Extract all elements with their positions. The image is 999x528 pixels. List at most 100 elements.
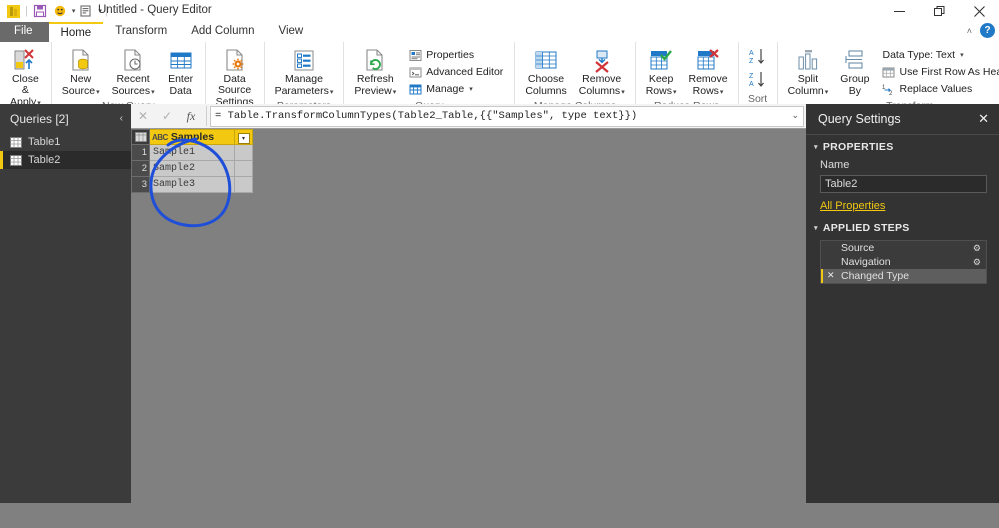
formula-fx-button[interactable]: fx	[179, 104, 203, 128]
advanced-editor-button[interactable]: Advanced Editor	[406, 64, 506, 80]
recent-sources-caret-icon[interactable]: ▾	[151, 89, 155, 96]
row-number: 1	[131, 144, 150, 161]
replace-values-label: Replace Values	[899, 83, 973, 95]
tab-transform[interactable]: Transform	[103, 22, 179, 42]
table-cell[interactable]: Sample1	[149, 144, 235, 161]
applied-step-changed-type[interactable]: ✕ Changed Type	[821, 269, 986, 283]
use-first-row-as-headers-button[interactable]: Use First Row As Headers ▾	[879, 64, 999, 80]
tab-home[interactable]: Home	[48, 22, 104, 42]
remove-columns-button[interactable]: Remove Columns▾	[573, 45, 631, 100]
restore-button[interactable]	[919, 0, 959, 22]
keep-rows-button[interactable]: Keep Rows▾	[640, 45, 683, 100]
query-settings-pane: Query Settings ✕ ▾ PROPERTIES Name Table…	[806, 104, 999, 503]
manage-button[interactable]: Manage ▾	[406, 81, 506, 97]
undo-icon[interactable]	[51, 2, 69, 20]
query-item-table2[interactable]: Table2	[0, 151, 131, 169]
replace-values-icon: 1 2	[882, 85, 893, 96]
formula-confirm-button[interactable]: ✓	[155, 104, 179, 128]
save-icon[interactable]	[31, 2, 49, 20]
close-button[interactable]	[959, 0, 999, 22]
queries-pane: Queries [2] ‹ Table1 Table2	[0, 104, 131, 503]
sort-descending-button[interactable]: Z A	[743, 70, 773, 93]
title-bar: | ▾ ▾ | Untitled - Query Editor	[0, 0, 999, 22]
column-header-samples[interactable]: ABC Samples	[149, 129, 235, 145]
new-source-button[interactable]: New Source▾	[56, 45, 106, 100]
recent-sources-button[interactable]: Recent Sources▾	[106, 45, 161, 100]
query-settings-title: Query Settings	[818, 112, 901, 126]
properties-button[interactable]: Properties	[406, 47, 506, 63]
row-padding-cell	[234, 144, 253, 161]
applied-step-source[interactable]: Source ⚙	[821, 241, 986, 255]
gear-icon[interactable]: ⚙	[973, 243, 981, 254]
refresh-preview-label-1: Refresh	[356, 73, 394, 85]
formula-expand-icon[interactable]: ⌄	[791, 111, 799, 121]
data-type-caret-icon[interactable]: ▾	[960, 51, 964, 59]
properties-section-header[interactable]: ▾ PROPERTIES	[806, 135, 999, 157]
split-column-caret-icon[interactable]: ▾	[825, 89, 829, 96]
formula-cancel-button[interactable]: ✕	[131, 104, 155, 128]
close-query-settings-icon[interactable]: ✕	[978, 111, 989, 127]
query-name-value: Table2	[825, 178, 858, 190]
table-row[interactable]: 2 Sample2	[131, 160, 253, 177]
manage-parameters-button[interactable]: Manage Parameters▾	[269, 45, 340, 100]
redo-icon[interactable]	[77, 2, 95, 20]
split-column-button[interactable]: Split Column▾	[782, 45, 835, 100]
tab-file[interactable]: File	[0, 22, 49, 42]
manage-parameters-caret-icon[interactable]: ▾	[330, 89, 334, 96]
formula-input[interactable]: = Table.TransformColumnTypes(Table2_Tabl…	[210, 105, 804, 127]
powerbi-logo-icon[interactable]	[4, 2, 22, 20]
transform-small-buttons: Data Type: Text ▾ Use First Row As Heade…	[875, 45, 999, 99]
choose-columns-label-2: Columns	[525, 85, 567, 97]
tab-view[interactable]: View	[267, 22, 316, 42]
help-icon[interactable]: ?	[980, 23, 995, 38]
recent-sources-label-1: Recent	[116, 73, 150, 85]
table-cell[interactable]: Sample3	[149, 176, 235, 193]
applied-steps-section-header[interactable]: ▾ APPLIED STEPS	[806, 216, 999, 238]
collapse-ribbon-icon[interactable]: ˄	[967, 26, 972, 36]
ribbon-group-new-query: New Source▾ Recent Sources▾ Enter Data	[52, 42, 206, 112]
enter-data-label-2: Data	[169, 85, 192, 97]
all-properties-link[interactable]: All Properties	[806, 193, 999, 216]
undo-caret-icon[interactable]: ▾	[72, 7, 76, 15]
table-row[interactable]: 1 Sample1	[131, 144, 253, 161]
ribbon: Close & Apply▾ Close New	[0, 42, 999, 134]
filter-dropdown-icon[interactable]: ▾	[237, 132, 250, 144]
table-cell[interactable]: Sample2	[149, 160, 235, 177]
refresh-preview-caret-icon[interactable]: ▾	[393, 89, 397, 96]
choose-columns-button[interactable]: Choose Columns	[519, 45, 572, 99]
data-type-button[interactable]: Data Type: Text ▾	[879, 47, 999, 63]
properties-collapse-icon[interactable]: ▾	[814, 143, 818, 151]
collapse-queries-pane-icon[interactable]: ‹	[120, 113, 123, 124]
select-all-cell[interactable]	[131, 129, 150, 145]
query-name-input[interactable]: Table2	[820, 175, 987, 193]
table-row[interactable]: 3 Sample3	[131, 176, 253, 193]
applied-step-navigation-label: Navigation	[841, 256, 891, 268]
enter-data-button[interactable]: Enter Data	[161, 45, 201, 99]
column-filter-cell[interactable]: ▾	[234, 129, 253, 145]
refresh-preview-button[interactable]: Refresh Preview▾	[348, 45, 402, 100]
group-by-button[interactable]: Group By	[834, 45, 875, 99]
sort-ascending-button[interactable]: A Z	[743, 47, 773, 70]
remove-rows-label-2-text: Rows	[692, 85, 719, 97]
ribbon-group-transform: Split Column▾ Group By Data Type: Text ▾…	[778, 42, 999, 112]
new-source-label-2-text: Source	[61, 85, 96, 97]
applied-steps-collapse-icon[interactable]: ▾	[814, 224, 818, 232]
new-source-caret-icon[interactable]: ▾	[96, 89, 100, 96]
remove-columns-caret-icon[interactable]: ▾	[621, 89, 625, 96]
keep-rows-caret-icon[interactable]: ▾	[673, 89, 677, 96]
delete-step-icon[interactable]: ✕	[827, 270, 835, 281]
query-item-table1[interactable]: Table1	[0, 133, 131, 151]
remove-rows-button[interactable]: Remove Rows▾	[682, 45, 733, 100]
close-and-apply-button[interactable]: Close & Apply▾	[4, 45, 47, 111]
manage-caret-icon[interactable]: ▾	[469, 85, 473, 93]
replace-values-button[interactable]: 1 2 Replace Values	[879, 81, 999, 97]
split-column-label-2: Column▾	[788, 86, 829, 98]
data-type-label: Data Type: Text	[882, 49, 956, 61]
applied-step-navigation[interactable]: Navigation ⚙	[821, 255, 986, 269]
minimize-button[interactable]	[879, 0, 919, 22]
remove-rows-caret-icon[interactable]: ▾	[720, 89, 724, 96]
tab-add-column[interactable]: Add Column	[179, 22, 266, 42]
gear-icon[interactable]: ⚙	[973, 257, 981, 268]
data-source-settings-button[interactable]: Data Source Settings	[210, 45, 260, 110]
keep-rows-label-1: Keep	[648, 73, 674, 85]
